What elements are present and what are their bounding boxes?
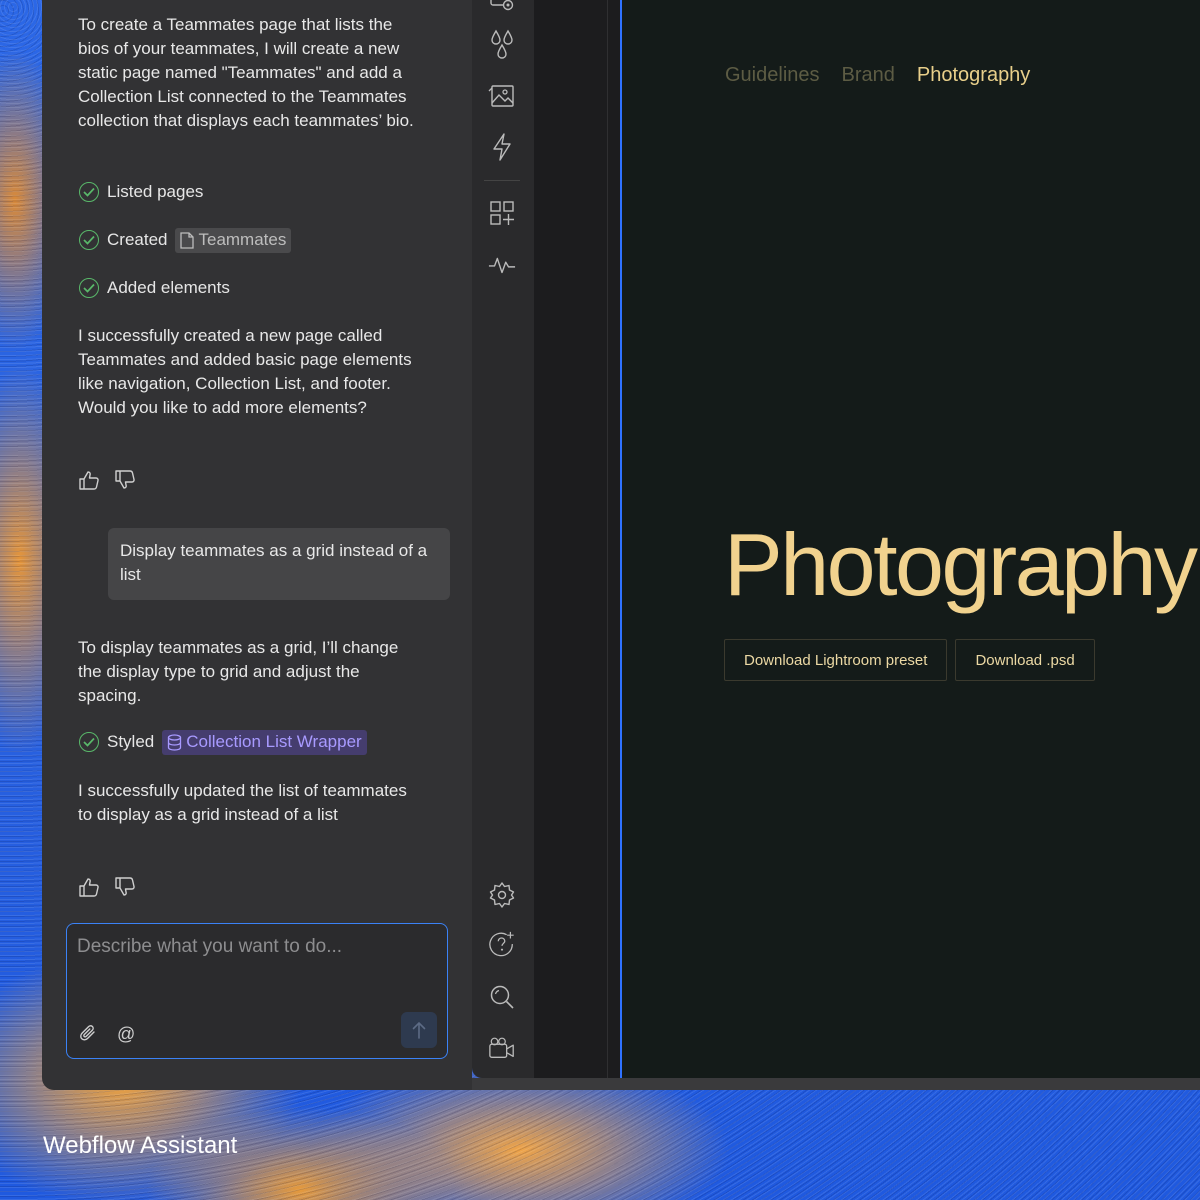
- hero-title: Photography: [724, 515, 1198, 614]
- collection-chip[interactable]: Collection List Wrapper: [162, 729, 367, 755]
- nav-link-photography[interactable]: Photography: [917, 64, 1030, 87]
- step-listed-pages: Listed pages: [79, 179, 203, 205]
- step-added-elements: Added elements: [79, 275, 230, 301]
- step-label: Styled: [107, 732, 155, 751]
- lightning-icon[interactable]: [488, 133, 516, 161]
- arrow-up-icon: [412, 1021, 426, 1039]
- step-label: Created: [107, 230, 168, 249]
- apps-icon[interactable]: [488, 199, 516, 227]
- thumbs-down-icon[interactable]: [114, 470, 136, 490]
- download-lightroom-button[interactable]: Download Lightroom preset: [724, 639, 948, 681]
- paperclip-icon[interactable]: [79, 1024, 97, 1042]
- canvas-guide-line: [607, 0, 608, 1078]
- user-message-bubble: Display teammates as a grid instead of a…: [108, 528, 450, 600]
- step-styled: Styled Collection List Wrapper: [79, 729, 367, 755]
- assets-image-icon[interactable]: [488, 82, 516, 110]
- prompt-input-box: @: [66, 923, 448, 1059]
- color-drops-icon[interactable]: [488, 29, 516, 59]
- ai-help-icon[interactable]: [488, 931, 516, 959]
- thumbs-down-icon[interactable]: [114, 877, 136, 897]
- assistant-result2-text: I successfully updated the list of teamm…: [78, 781, 407, 824]
- download-buttons: Download Lightroom preset Download .psd: [724, 639, 1095, 681]
- step-label: Listed pages: [107, 182, 204, 201]
- step-label: Added elements: [107, 278, 230, 297]
- download-psd-button[interactable]: Download .psd: [955, 639, 1095, 681]
- page-preview: Guidelines Brand Photography Photography…: [620, 0, 1200, 1078]
- search-icon[interactable]: [488, 983, 516, 1011]
- chip-label: Collection List Wrapper: [186, 732, 362, 751]
- activity-icon[interactable]: [488, 251, 516, 279]
- video-tutorials-icon[interactable]: [488, 1034, 516, 1062]
- icon-sidebar: [472, 0, 534, 1078]
- nav-link-brand[interactable]: Brand: [842, 64, 895, 87]
- thumbs-up-icon[interactable]: [78, 877, 100, 897]
- assistant-result-text: I successfully created a new page called…: [78, 326, 412, 417]
- interactions-icon[interactable]: [488, 0, 516, 16]
- assistant-panel: To create a Teammates page that lists th…: [42, 0, 472, 1090]
- settings-gear-icon[interactable]: [488, 881, 516, 909]
- check-icon: [79, 182, 99, 202]
- prompt-input[interactable]: [77, 934, 437, 1004]
- step-created: Created Teammates: [79, 227, 292, 253]
- assistant-reply-text: To display teammates as a grid, I’ll cha…: [78, 638, 399, 705]
- mention-button[interactable]: @: [117, 1022, 135, 1046]
- feedback-buttons: [78, 470, 136, 490]
- window-frame-bottom: [472, 1078, 1200, 1090]
- thumbs-up-icon[interactable]: [78, 470, 100, 490]
- caption: Webflow Assistant: [43, 1132, 238, 1159]
- site-nav: Guidelines Brand Photography: [725, 64, 1030, 87]
- page-icon: [180, 231, 195, 249]
- feedback-buttons: [78, 877, 136, 897]
- check-icon: [79, 230, 99, 250]
- check-icon: [79, 278, 99, 298]
- page-chip-teammates[interactable]: Teammates: [175, 227, 292, 253]
- assistant-intro-text: To create a Teammates page that lists th…: [78, 15, 414, 130]
- nav-link-guidelines[interactable]: Guidelines: [725, 64, 820, 87]
- check-icon: [79, 732, 99, 752]
- chip-label: Teammates: [198, 230, 287, 249]
- send-button[interactable]: [401, 1012, 437, 1048]
- rail-divider: [484, 180, 520, 181]
- database-icon: [168, 733, 182, 751]
